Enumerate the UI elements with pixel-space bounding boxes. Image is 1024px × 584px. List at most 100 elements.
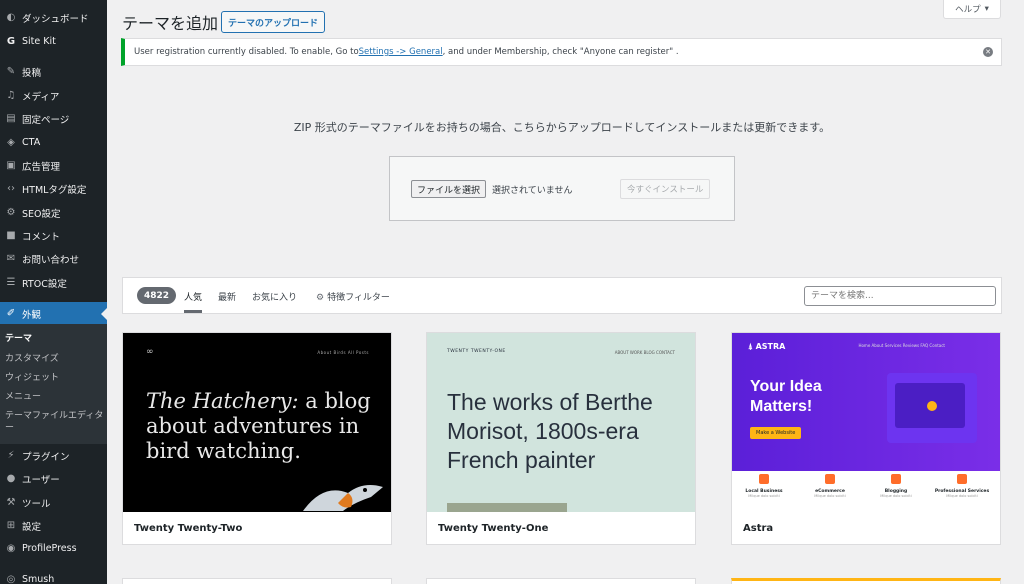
preview-cta: Make a Website	[750, 427, 802, 439]
feature-item: eCommerce Mllque dolo soiciti	[800, 474, 860, 498]
help-button[interactable]: ヘルプ ▾	[943, 0, 1001, 19]
logo-icon: ∞	[146, 347, 154, 357]
page-icon: ▤	[6, 113, 16, 124]
registration-notice: User registration currently disabled. To…	[121, 38, 1002, 66]
theme-name: Astra	[743, 523, 774, 534]
submenu-theme-editor[interactable]: テーマファイルエディター	[5, 410, 105, 434]
menu-label: Smush	[22, 574, 55, 584]
menu-profilepress[interactable]: ◉ ProfilePress	[0, 537, 107, 560]
submenu-themes[interactable]: テーマ	[5, 333, 105, 345]
feature-item: Professional Services Mllque dolo soiciti	[932, 474, 992, 498]
menu-contact[interactable]: ✉ お問い合わせ	[0, 247, 107, 270]
help-label: ヘルプ	[955, 5, 981, 15]
list-icon: ☰	[6, 277, 16, 288]
astra-logo: ⍋ ASTRA	[748, 342, 785, 352]
preview-features: Local Business Mllque dolo soiciti eComme…	[732, 471, 1000, 512]
user-icon: ●	[6, 473, 16, 484]
feature-item: Blogging Mllque dolo soiciti	[866, 474, 926, 498]
choose-file-button[interactable]: ファイルを選択	[411, 180, 487, 198]
pencil-icon	[891, 474, 901, 484]
profilepress-icon: ◉	[6, 543, 16, 554]
illustration-play-icon	[927, 401, 937, 411]
settings-general-link[interactable]: Settings -> General	[359, 47, 443, 57]
store-icon	[759, 474, 769, 484]
menu-label: 固定ページ	[22, 114, 70, 126]
menu-media[interactable]: ♫ メディア	[0, 84, 107, 107]
menu-settings[interactable]: ⊞ 設定	[0, 514, 107, 537]
bird-illustration-icon	[303, 485, 383, 511]
comment-icon: ■	[6, 230, 16, 241]
menu-cta[interactable]: ◈ CTA	[0, 131, 107, 154]
feature-filter-label: 特徴フィルター	[327, 293, 390, 303]
menu-users[interactable]: ● ユーザー	[0, 467, 107, 490]
upload-form: ファイルを選択 選択されていません 今すぐインストール	[389, 156, 735, 221]
tab-popular[interactable]: 人気	[184, 290, 203, 313]
menu-label: ダッシュボード	[22, 13, 89, 25]
menu-label: SEO設定	[22, 208, 61, 220]
notice-text-after: , and under Membership, check "Anyone ca…	[442, 47, 679, 57]
appearance-submenu: テーマ カスタマイズ ウィジェット メニュー テーマファイルエディター	[0, 324, 107, 444]
preview-nav: About Birds All Posts	[317, 350, 369, 355]
menu-rtoc[interactable]: ☰ RTOC設定	[0, 271, 107, 294]
feature-desc: Mllque dolo soiciti	[880, 494, 912, 498]
admin-sidebar: ◐ ダッシュボード G Site Kit ✎ 投稿 ♫ メディア ▤ 固定ページ ◈ CTA…	[0, 0, 107, 584]
menu-label: お問い合わせ	[22, 254, 80, 266]
menu-label: 広告管理	[22, 161, 61, 173]
theme-card-row2[interactable]	[426, 578, 696, 584]
menu-appearance[interactable]: ✐ 外観	[0, 302, 107, 325]
upload-theme-button[interactable]: テーマのアップロード	[221, 11, 326, 33]
theme-card-twenty-twenty-two[interactable]: ∞ About Birds All Posts The Hatchery: a …	[122, 332, 392, 545]
pin-icon: ✎	[6, 66, 16, 77]
menu-seo[interactable]: ⚙ SEO設定	[0, 201, 107, 224]
menu-sitekit[interactable]: G Site Kit	[0, 30, 107, 53]
preview-logo-text: ASTRA	[755, 342, 786, 351]
menu-ads[interactable]: ▣ 広告管理	[0, 154, 107, 177]
menu-label: ユーザー	[22, 474, 60, 486]
settings-icon: ⊞	[6, 520, 16, 531]
preview-nav: Home About Services Reviews FAQ Contact	[858, 343, 945, 348]
active-arrow-icon	[101, 308, 107, 320]
install-now-button[interactable]: 今すぐインストール	[620, 179, 711, 199]
theme-card-astra[interactable]: ⍋ ASTRA Home About Services Reviews FAQ …	[731, 332, 1001, 545]
theme-name: Twenty Twenty-Two	[134, 523, 243, 534]
tab-favorites[interactable]: お気に入り	[252, 290, 297, 303]
submenu-customize[interactable]: カスタマイズ	[5, 353, 105, 365]
menu-smush[interactable]: ◎ Smush	[0, 568, 107, 584]
dismiss-icon[interactable]: ✕	[983, 47, 993, 57]
menu-plugins[interactable]: ⚡ プラグイン	[0, 444, 107, 467]
menu-html-tags[interactable]: ‹› HTMLタグ設定	[0, 177, 107, 200]
feature-filter-button[interactable]: ⚙ 特徴フィルター	[316, 290, 390, 303]
preview-headline: The works of Berthe Morisot, 1800s-era F…	[447, 389, 653, 473]
menu-comments[interactable]: ■ コメント	[0, 224, 107, 247]
code-icon: ‹›	[7, 183, 15, 194]
theme-filter-bar: 4822 人気 最新 お気に入り ⚙ 特徴フィルター	[122, 277, 1002, 314]
brush-icon: ✐	[6, 308, 16, 319]
theme-screenshot: ∞ About Birds All Posts The Hatchery: a …	[123, 333, 391, 512]
submenu-menus[interactable]: メニュー	[5, 391, 105, 403]
tab-latest[interactable]: 最新	[218, 290, 236, 303]
theme-card-twenty-twenty-one[interactable]: TWENTY TWENTY-ONE ABOUT WORK BLOG CONTAC…	[426, 332, 696, 545]
menu-dashboard[interactable]: ◐ ダッシュボード	[0, 6, 107, 29]
preview-headline: Your Idea Matters!	[750, 378, 822, 415]
preview-headline: The Hatchery: a blog about adventures in…	[146, 389, 376, 464]
menu-label: CTA	[22, 137, 41, 148]
theme-search-input[interactable]	[804, 286, 996, 306]
cart-icon	[825, 474, 835, 484]
menu-label: 外観	[22, 309, 42, 321]
dashboard-icon: ◐	[6, 12, 16, 23]
menu-tools[interactable]: ⚒ ツール	[0, 491, 107, 514]
smush-icon: ◎	[6, 574, 16, 584]
menu-label: 投稿	[22, 67, 42, 79]
preview-italic: The Hatchery:	[146, 389, 299, 413]
menu-label: RTOC設定	[22, 278, 67, 290]
feature-item: Local Business Mllque dolo soiciti	[734, 474, 794, 498]
theme-card-row2[interactable]	[122, 578, 392, 584]
theme-card-row2[interactable]	[731, 578, 1001, 584]
menu-posts[interactable]: ✎ 投稿	[0, 60, 107, 83]
menu-label: プラグイン	[22, 451, 70, 463]
ad-icon: ▣	[6, 160, 16, 171]
submenu-widgets[interactable]: ウィジェット	[5, 372, 105, 384]
menu-label: ProfilePress	[22, 543, 77, 554]
notice-text-before: User registration currently disabled. To…	[134, 47, 359, 57]
menu-pages[interactable]: ▤ 固定ページ	[0, 107, 107, 130]
